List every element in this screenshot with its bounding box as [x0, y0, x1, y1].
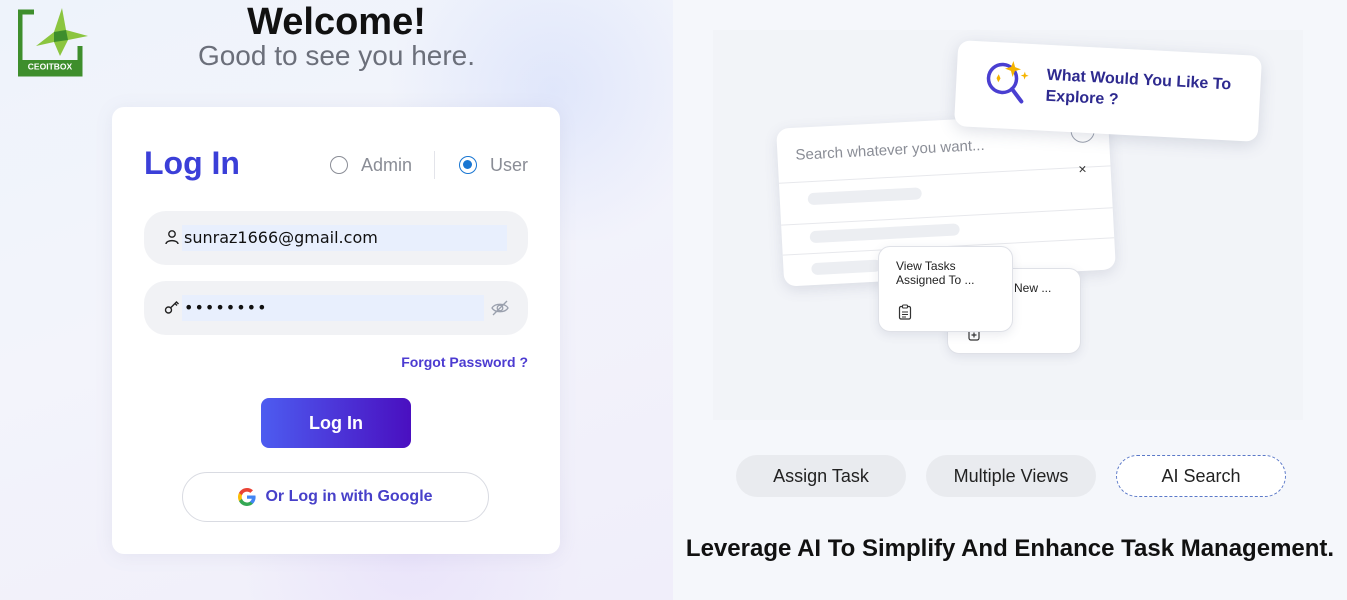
forgot-password-link[interactable]: Forgot Password ? — [401, 354, 528, 370]
placeholder-bar — [809, 223, 960, 244]
placeholder-bar — [807, 187, 922, 206]
tab-ai-search[interactable]: AI Search — [1116, 455, 1286, 497]
welcome-title: Welcome! — [247, 1, 426, 43]
search-divider — [781, 207, 1113, 226]
search-divider — [778, 165, 1111, 184]
tab-assign-task[interactable]: Assign Task — [736, 455, 906, 497]
tab-multiple-views[interactable]: Multiple Views — [926, 455, 1096, 497]
role-admin-radio[interactable]: Admin — [329, 154, 412, 176]
explore-card: What Would You Like To Explore ? — [953, 40, 1263, 142]
role-divider — [433, 151, 435, 179]
email-field[interactable]: sunraz1666@gmail.com — [144, 211, 528, 265]
welcome-header: Welcome! Good to see you here. — [0, 0, 673, 72]
explore-text: What Would You Like To Explore ? — [1045, 66, 1232, 109]
task-card-front: View Tasks Assigned To ... — [878, 246, 1013, 332]
tagline: Leverage AI To Simplify And Enhance Task… — [685, 535, 1335, 562]
ai-search-icon — [986, 61, 1029, 104]
password-field[interactable]: •••••••• — [144, 281, 528, 335]
email-input[interactable]: sunraz1666@gmail.com — [182, 225, 507, 251]
login-pane: CEOITBOX Welcome! Good to see you here. … — [0, 0, 673, 600]
login-button[interactable]: Log In — [261, 398, 411, 448]
role-user-label: User — [489, 154, 528, 175]
close-icon: × — [1078, 160, 1088, 178]
login-card: Log In Admin User sunraz1666@gmail.com •… — [112, 107, 560, 554]
password-input[interactable]: •••••••• — [182, 295, 484, 321]
google-login-button[interactable]: Or Log in with Google — [182, 472, 489, 522]
radio-circle-user[interactable] — [458, 156, 477, 174]
radio-circle-admin[interactable] — [329, 156, 348, 174]
login-title: Log In — [144, 145, 240, 181]
role-admin-label: Admin — [360, 154, 412, 175]
key-icon — [164, 301, 179, 314]
google-login-label: Or Log in with Google — [265, 488, 433, 505]
eye-off-icon[interactable] — [490, 298, 510, 318]
user-icon — [165, 230, 179, 245]
search-placeholder: Search whatever you want... — [795, 136, 985, 164]
role-user-radio[interactable]: User — [458, 154, 528, 176]
task-card-front-text: View Tasks Assigned To ... — [896, 259, 975, 287]
google-icon — [238, 488, 257, 506]
role-selector: Admin User — [329, 151, 528, 179]
clipboard-icon — [898, 304, 912, 320]
task-card-back-text: New ... — [1014, 281, 1052, 295]
welcome-subtitle: Good to see you here. — [197, 40, 476, 71]
placeholder-bar — [811, 259, 882, 276]
